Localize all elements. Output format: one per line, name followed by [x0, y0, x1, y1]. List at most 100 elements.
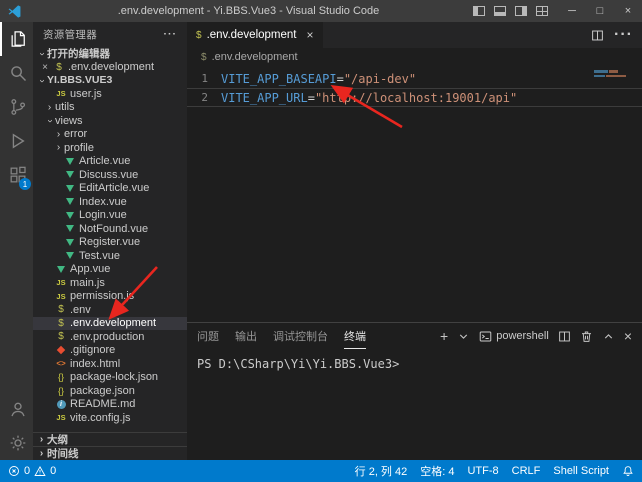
file-name: Login.vue [79, 209, 127, 221]
panel-tab-output[interactable]: 输出 [235, 323, 257, 349]
tree-item-main.js[interactable]: JSmain.js [33, 276, 187, 290]
tree-item-.env[interactable]: $.env [33, 303, 187, 317]
split-terminal-icon[interactable] [558, 330, 571, 343]
search-icon[interactable] [0, 56, 33, 90]
problems-status[interactable]: 0 0 [8, 465, 56, 477]
file-name: index.html [70, 358, 120, 370]
toggle-secondary-sidebar-icon[interactable] [515, 6, 527, 16]
run-debug-icon[interactable] [0, 124, 33, 158]
encoding[interactable]: UTF-8 [467, 465, 498, 477]
notifications-bell-icon[interactable] [622, 465, 634, 477]
open-editor-name: .env.development [68, 61, 154, 73]
breadcrumb[interactable]: $ .env.development [187, 48, 642, 66]
maximize-button[interactable]: □ [586, 0, 614, 22]
panel-actions: + powershell × [440, 323, 632, 349]
tree-item-index.html[interactable]: <>index.html [33, 357, 187, 371]
kill-terminal-trash-icon[interactable] [580, 330, 593, 343]
tree-item-views[interactable]: ›views [33, 114, 187, 128]
tab-env-development[interactable]: $ .env.development × [187, 22, 323, 48]
tree-item-Test.vue[interactable]: Test.vue [33, 249, 187, 263]
tree-item-App.vue[interactable]: App.vue [33, 263, 187, 277]
split-editor-icon[interactable] [591, 29, 604, 42]
indentation[interactable]: 空格: 4 [420, 463, 454, 479]
file-name: .env [70, 304, 91, 316]
toggle-sidebar-icon[interactable] [473, 6, 485, 16]
file-name: error [64, 128, 87, 140]
language-mode[interactable]: Shell Script [553, 465, 609, 477]
file-name: Index.vue [79, 196, 127, 208]
project-section-header[interactable]: › YI.BBS.VUE3 [33, 73, 187, 87]
panel-tab-terminal[interactable]: 终端 [344, 323, 366, 349]
timeline-section[interactable]: › 时间线 [33, 446, 187, 460]
tree-item-permission.js[interactable]: JSpermission.js [33, 290, 187, 304]
code-line-2[interactable]: 2VITE_APP_URL="http://localhost:19001/ap… [187, 88, 642, 107]
tree-item-.gitignore[interactable]: .gitignore [33, 344, 187, 358]
tab-close-icon[interactable]: × [307, 28, 314, 42]
tree-item-package-lock.json[interactable]: {}package-lock.json [33, 371, 187, 385]
chevron-right-icon: › [53, 142, 64, 153]
explorer-more-actions-icon[interactable]: ··· [164, 28, 178, 40]
eol-sequence[interactable]: CRLF [512, 465, 541, 477]
tree-item-Register.vue[interactable]: Register.vue [33, 236, 187, 250]
file-name: Test.vue [79, 250, 120, 262]
file-tree: JSuser.js›utils›views›error›profileArtic… [33, 87, 187, 425]
open-editors-header[interactable]: › 打开的编辑器 [33, 46, 187, 61]
panel-tab-debug-console[interactable]: 调试控制台 [273, 323, 328, 349]
html-file-icon: <> [55, 359, 67, 368]
status-bar-right: 行 2, 列 42 空格: 4 UTF-8 CRLF Shell Script [355, 463, 634, 479]
breadcrumb-file[interactable]: .env.development [212, 51, 298, 63]
settings-gear-icon[interactable] [0, 426, 33, 460]
tree-item-Article.vue[interactable]: Article.vue [33, 155, 187, 169]
close-button[interactable]: × [614, 0, 642, 22]
token-string: "http://localhost:19001/api" [315, 91, 517, 105]
sidebar-title: 资源管理器 [43, 27, 97, 42]
bottom-panel: 问题输出调试控制台终端 + powershell × [187, 322, 642, 460]
editor-more-actions-icon[interactable]: ··· [614, 26, 633, 44]
terminal-tab-powershell[interactable]: powershell [479, 330, 549, 343]
minimap[interactable] [594, 70, 636, 79]
tree-item-NotFound.vue[interactable]: NotFound.vue [33, 222, 187, 236]
tree-item-README.md[interactable]: iREADME.md [33, 398, 187, 412]
maximize-panel-icon[interactable] [602, 330, 615, 343]
open-editors-label: 打开的编辑器 [47, 46, 110, 61]
account-icon[interactable] [0, 392, 33, 426]
code-editor[interactable]: 1VITE_APP_BASEAPI="/api-dev"2VITE_APP_UR… [187, 66, 642, 322]
explorer-icon[interactable] [0, 22, 33, 56]
chevron-right-icon: › [36, 434, 47, 445]
cursor-position[interactable]: 行 2, 列 42 [355, 463, 408, 479]
tree-item-Login.vue[interactable]: Login.vue [33, 209, 187, 223]
token-operator: = [337, 72, 344, 86]
activity-bar-spacer [0, 192, 33, 392]
tree-item-.env.development[interactable]: $.env.development [33, 317, 187, 331]
tree-item-vite.config.js[interactable]: JSvite.config.js [33, 411, 187, 425]
tree-item-user.js[interactable]: JSuser.js [33, 87, 187, 101]
tree-item-Discuss.vue[interactable]: Discuss.vue [33, 168, 187, 182]
tree-item-EditArticle.vue[interactable]: EditArticle.vue [33, 182, 187, 196]
terminal[interactable]: PS D:\CSharp\Yi\Yi.BBS.Vue3> [187, 349, 642, 460]
tree-item-error[interactable]: ›error [33, 128, 187, 142]
file-name: vite.config.js [70, 412, 131, 424]
token-string: "/api-dev" [344, 72, 416, 86]
close-editor-icon[interactable]: × [39, 62, 51, 73]
minimize-button[interactable]: ─ [558, 0, 586, 22]
tree-item-.env.production[interactable]: $.env.production [33, 330, 187, 344]
panel-tab-problems[interactable]: 问题 [197, 323, 219, 349]
vue-file-icon [64, 158, 76, 165]
panel-tabs: 问题输出调试控制台终端 [197, 323, 366, 349]
extensions-icon[interactable]: 1 [0, 158, 33, 192]
close-panel-icon[interactable]: × [624, 329, 632, 343]
source-control-icon[interactable] [0, 90, 33, 124]
terminal-dropdown-icon[interactable] [457, 330, 470, 343]
toggle-panel-icon[interactable] [494, 6, 506, 16]
outline-section[interactable]: › 大纲 [33, 432, 187, 446]
tree-item-package.json[interactable]: {}package.json [33, 384, 187, 398]
new-terminal-icon[interactable]: + [440, 329, 448, 343]
env-file-icon: $ [196, 30, 202, 41]
extensions-badge: 1 [19, 178, 31, 190]
customize-layout-icon[interactable] [536, 6, 548, 16]
code-line-1[interactable]: 1VITE_APP_BASEAPI="/api-dev" [187, 69, 642, 88]
tree-item-Index.vue[interactable]: Index.vue [33, 195, 187, 209]
open-editor-item[interactable]: ×$.env.development [33, 61, 187, 73]
tree-item-profile[interactable]: ›profile [33, 141, 187, 155]
tree-item-utils[interactable]: ›utils [33, 101, 187, 115]
